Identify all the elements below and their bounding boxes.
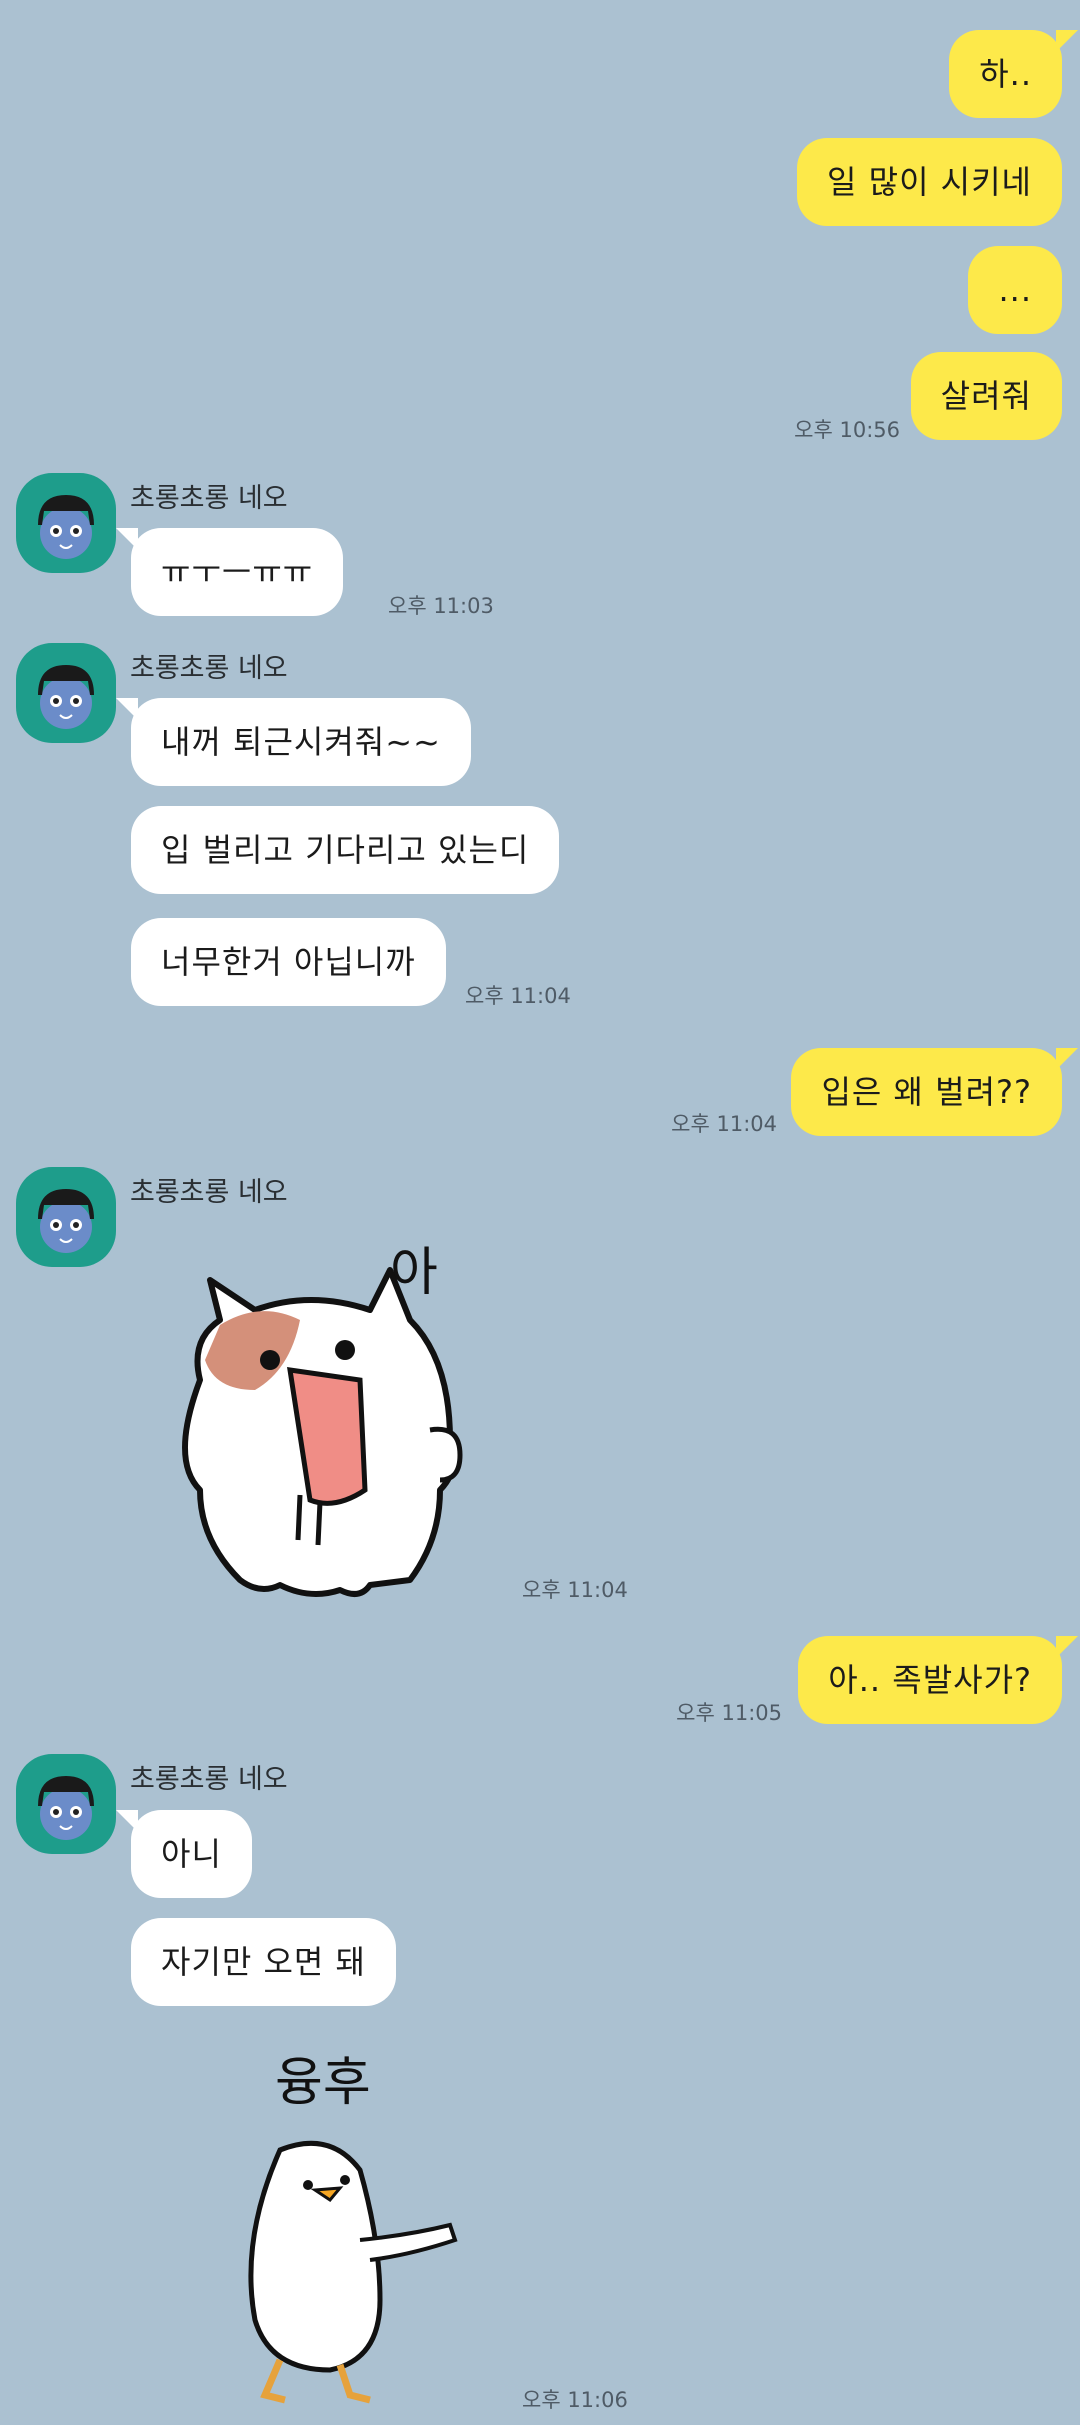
their-message[interactable]: 입 벌리고 기다리고 있는디 bbox=[131, 806, 560, 894]
timestamp: 오후 11:06 bbox=[522, 2388, 628, 2412]
neo-avatar-icon bbox=[38, 1189, 94, 1253]
my-message[interactable]: 살려줘 bbox=[910, 352, 1062, 440]
message-text: 너무한거 아닙니까 bbox=[161, 943, 416, 981]
my-message[interactable]: 아.. 족발사가? bbox=[798, 1636, 1062, 1724]
my-message[interactable]: ... bbox=[968, 246, 1062, 334]
sticker-text: 아 bbox=[390, 1243, 438, 1303]
contact-name: 초롱초롱 네오 bbox=[130, 1177, 288, 1208]
my-message[interactable]: 하.. bbox=[949, 30, 1062, 118]
message-text: 아.. 족발사가? bbox=[828, 1661, 1032, 1699]
their-message[interactable]: 내꺼 퇴근시켜줘~~ bbox=[131, 698, 471, 786]
duck-sticker[interactable]: 융후 bbox=[220, 2040, 480, 2420]
timestamp: 오후 11:05 bbox=[676, 1701, 782, 1725]
bubble-tail bbox=[116, 1810, 138, 1832]
bubble-tail bbox=[1056, 30, 1078, 52]
contact-avatar[interactable] bbox=[16, 1167, 116, 1267]
message-text: 내꺼 퇴근시켜줘~~ bbox=[161, 723, 441, 761]
message-text: ㅠㅜㅡㅠㅠ bbox=[161, 553, 314, 591]
message-text: 자기만 오면 돼 bbox=[161, 1943, 366, 1981]
timestamp: 오후 11:04 bbox=[522, 1578, 628, 1602]
message-text: ... bbox=[998, 271, 1032, 309]
timestamp: 오후 11:04 bbox=[671, 1112, 777, 1136]
their-message[interactable]: 자기만 오면 돼 bbox=[131, 1918, 396, 2006]
my-message[interactable]: 입은 왜 벌려?? bbox=[791, 1048, 1062, 1136]
contact-name: 초롱초롱 네오 bbox=[130, 483, 288, 514]
contact-avatar[interactable] bbox=[16, 473, 116, 573]
message-text: 살려줘 bbox=[940, 377, 1032, 415]
message-text: 하.. bbox=[979, 55, 1032, 93]
cat-sticker[interactable]: 아 bbox=[160, 1240, 500, 1610]
contact-avatar[interactable] bbox=[16, 643, 116, 743]
contact-name: 초롱초롱 네오 bbox=[130, 653, 288, 684]
timestamp: 오후 11:04 bbox=[465, 984, 571, 1008]
their-message[interactable]: 너무한거 아닙니까 bbox=[131, 918, 446, 1006]
their-message[interactable]: ㅠㅜㅡㅠㅠ bbox=[131, 528, 344, 616]
message-text: 일 많이 시키네 bbox=[827, 163, 1032, 201]
neo-avatar-icon bbox=[38, 495, 94, 559]
neo-avatar-icon bbox=[38, 665, 94, 729]
bubble-tail bbox=[1056, 1048, 1078, 1070]
cat-sticker-icon bbox=[182, 1267, 463, 1597]
their-message[interactable]: 아니 bbox=[131, 1810, 252, 1898]
bubble-tail bbox=[116, 698, 138, 720]
timestamp: 오후 10:56 bbox=[794, 418, 900, 442]
message-text: 아니 bbox=[161, 1835, 222, 1873]
bubble-tail bbox=[116, 528, 138, 550]
my-message[interactable]: 일 많이 시키네 bbox=[797, 138, 1062, 226]
timestamp: 오후 11:03 bbox=[388, 594, 494, 618]
bubble-tail bbox=[1056, 1636, 1078, 1658]
neo-avatar-icon bbox=[38, 1776, 94, 1840]
message-text: 입 벌리고 기다리고 있는디 bbox=[161, 831, 530, 869]
contact-avatar[interactable] bbox=[16, 1754, 116, 1854]
sticker-text: 융후 bbox=[275, 2053, 371, 2113]
message-text: 입은 왜 벌려?? bbox=[821, 1073, 1032, 1111]
contact-name: 초롱초롱 네오 bbox=[130, 1764, 288, 1795]
